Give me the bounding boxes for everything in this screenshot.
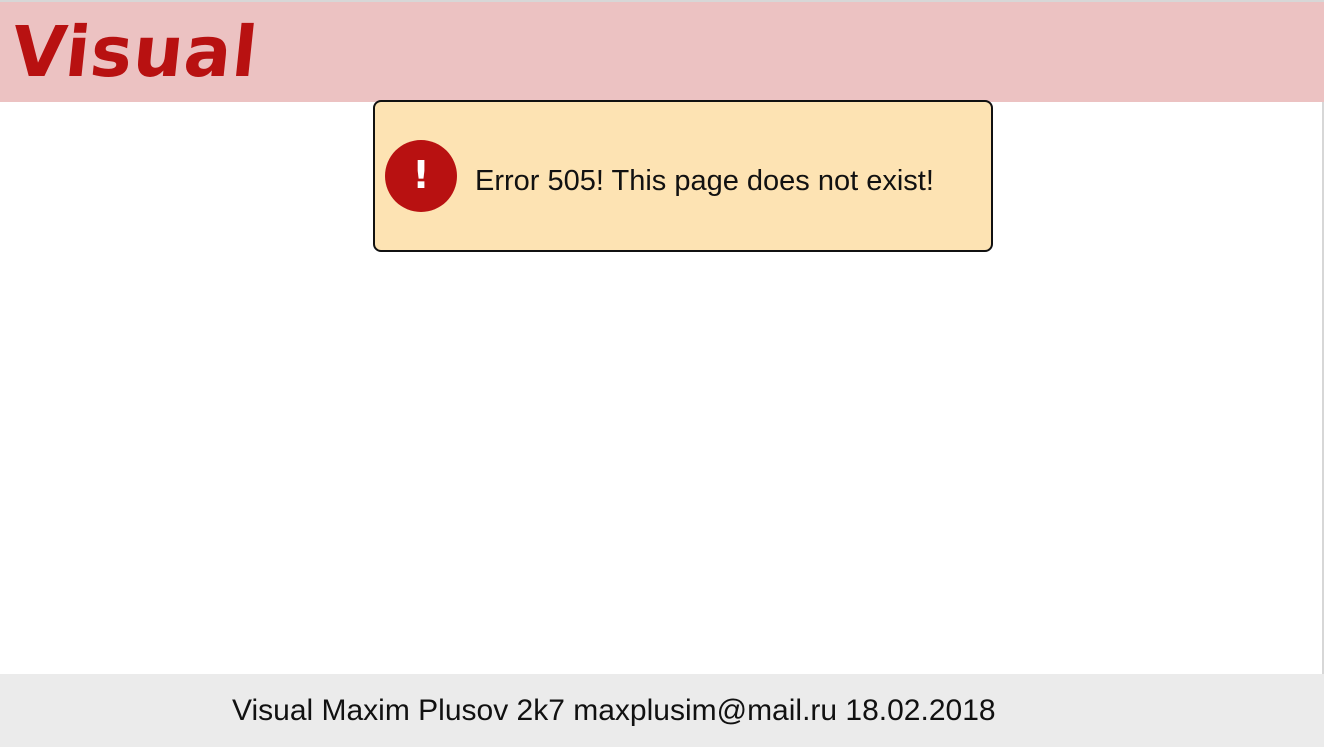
footer-text: Visual Maxim Plusov 2k7 maxplusim@mail.r…	[232, 694, 996, 727]
site-header: Visual	[0, 2, 1324, 102]
site-logo[interactable]: Visual	[8, 11, 262, 93]
site-footer: Visual Maxim Plusov 2k7 maxplusim@mail.r…	[0, 674, 1324, 747]
exclamation-glyph: !	[412, 153, 429, 197]
error-message-text: Error 505! This page does not exist!	[475, 165, 934, 197]
exclamation-circle-icon: !	[385, 140, 457, 212]
error-message-box: ! Error 505! This page does not exist!	[373, 100, 993, 252]
